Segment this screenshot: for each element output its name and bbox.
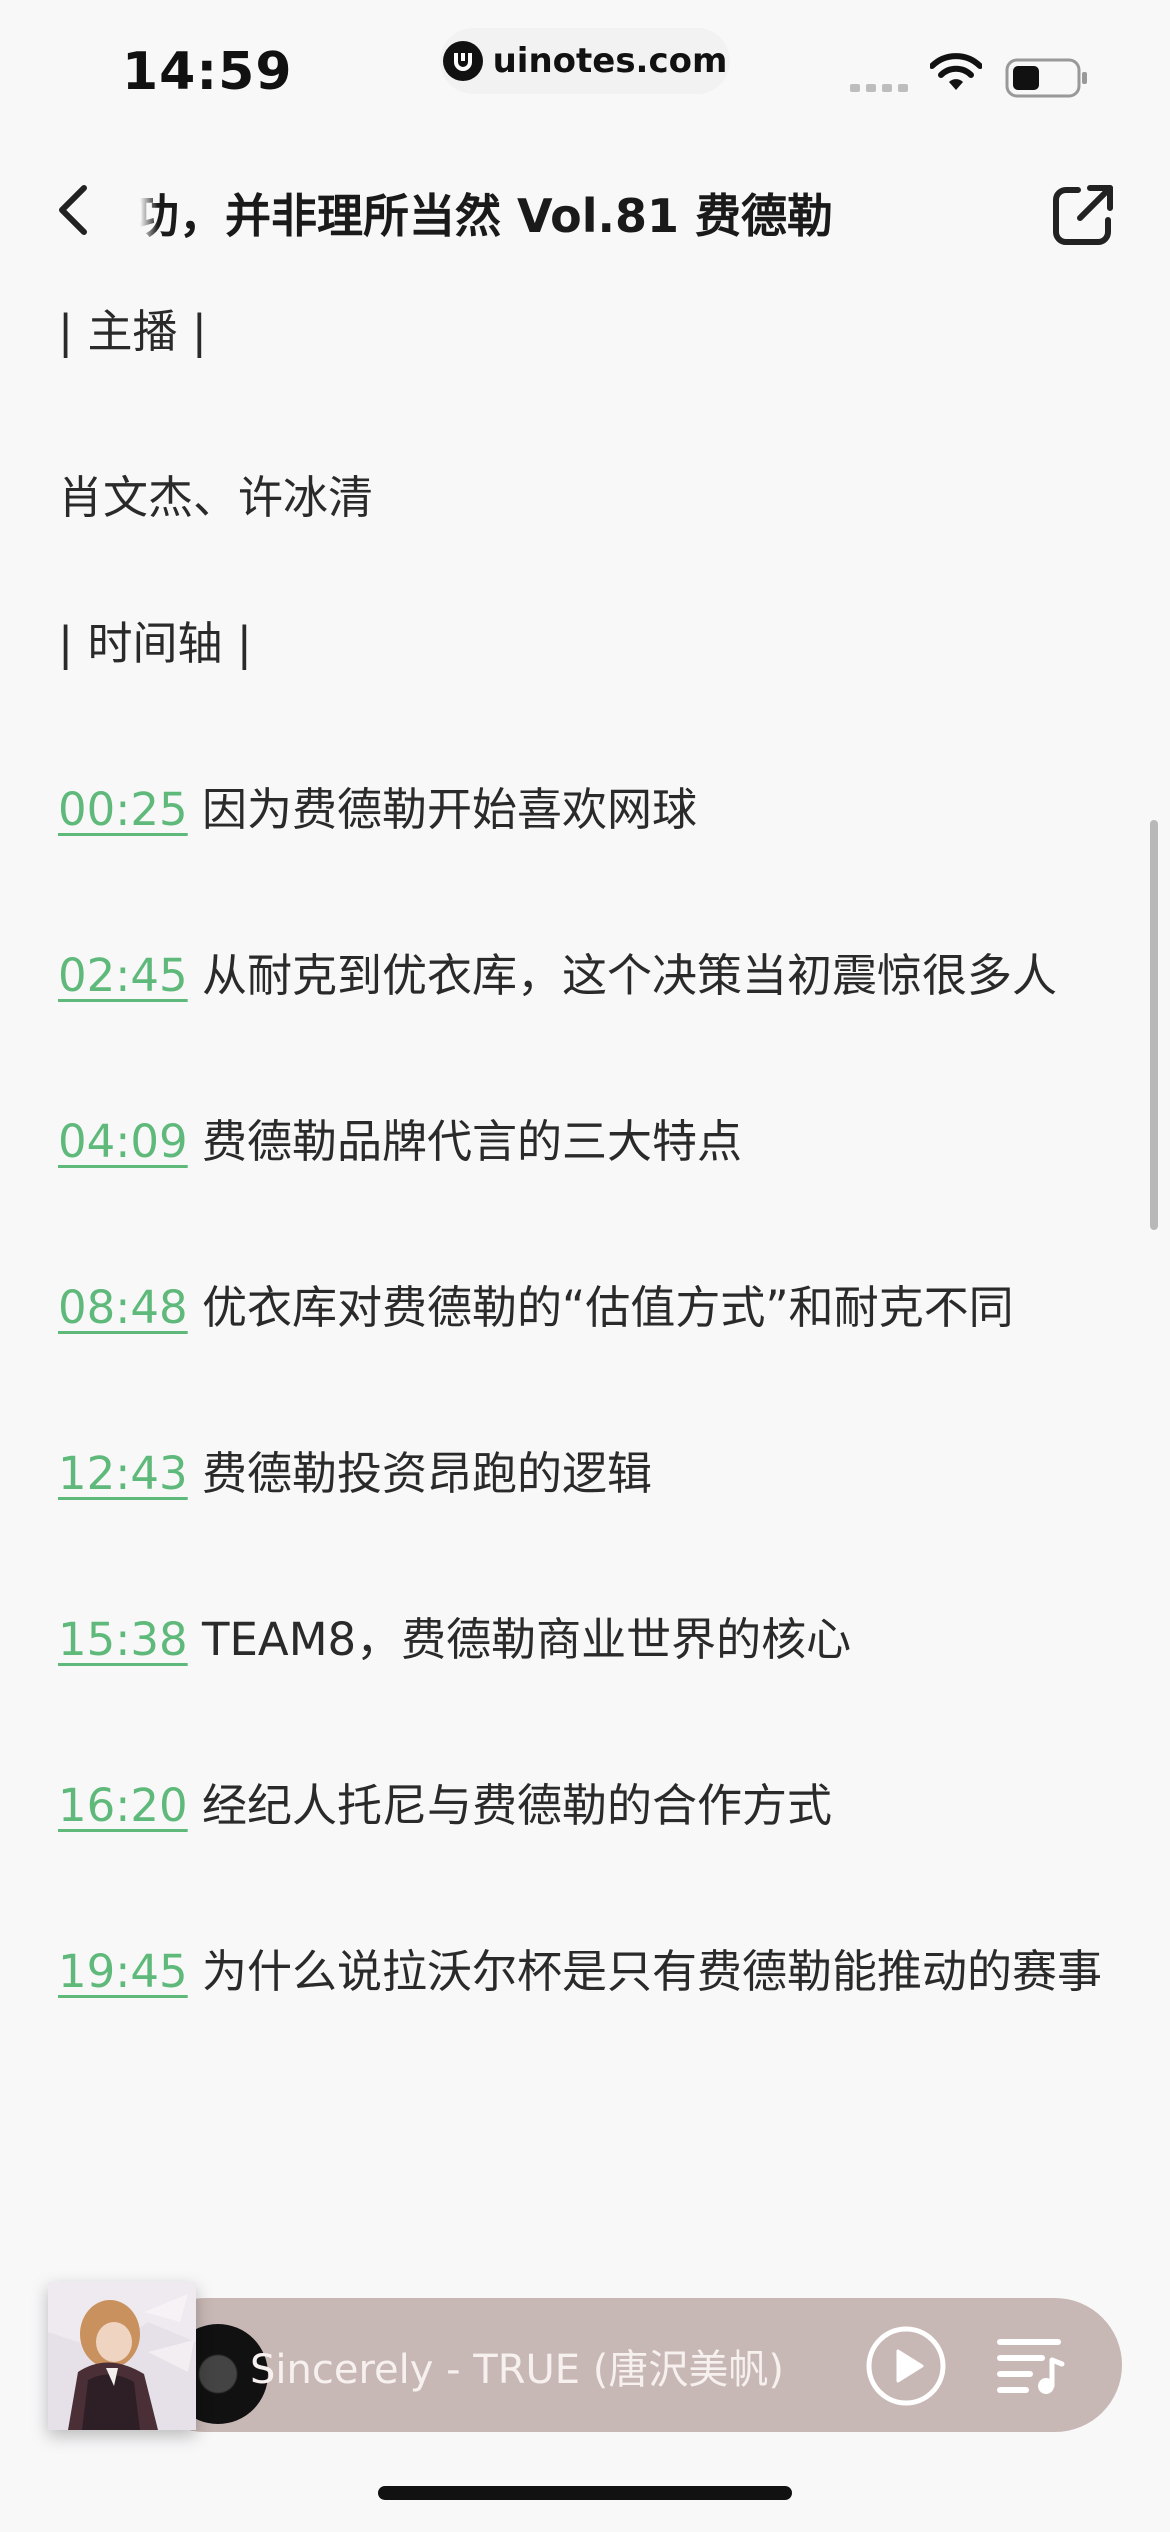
url-pill[interactable]: uinotes.com (440, 28, 730, 94)
timeline-item: 02:45 从耐克到优衣库，这个决策当初震惊很多人 (58, 934, 1118, 1018)
timeline-item: 08:48 优衣库对费德勒的“估值方式”和耐克不同 (58, 1266, 1118, 1350)
timeline-item: 19:45 为什么说拉沃尔杯是只有费德勒能推动的赛事 (58, 1930, 1118, 2014)
battery-icon (1005, 58, 1089, 102)
play-icon (866, 2326, 946, 2406)
play-button[interactable] (864, 2324, 948, 2408)
back-button[interactable] (40, 172, 110, 248)
timeline-header: | 时间轴 | (58, 617, 252, 670)
timeline-item: 04:09 费德勒品牌代言的三大特点 (58, 1100, 1118, 1184)
timeline-text: 因为费德勒开始喜欢网球 (202, 783, 698, 836)
playlist-button[interactable] (996, 2334, 1066, 2398)
site-logo-icon (442, 41, 483, 81)
playlist-icon (997, 2339, 1065, 2394)
timestamp-link[interactable]: 02:45 (58, 949, 188, 1002)
host-header: | 主播 | (58, 305, 207, 358)
article-content: | 主播 | 肖文杰、许冰清 | 时间轴 | 00:25 因为费德勒开始喜欢网球… (58, 290, 1118, 2014)
timeline-text: 经纪人托尼与费德勒的合作方式 (202, 1779, 833, 1832)
chevron-left-icon (59, 185, 87, 235)
album-cover[interactable] (48, 2282, 196, 2430)
status-time: 14:59 (122, 42, 293, 102)
timeline-item: 16:20 经纪人托尼与费德勒的合作方式 (58, 1764, 1118, 1848)
timestamp-link[interactable]: 19:45 (58, 1945, 188, 1998)
timestamp-link[interactable]: 12:43 (58, 1447, 188, 1500)
cellular-signal-icon (850, 84, 908, 92)
scrollbar[interactable] (1150, 820, 1158, 1230)
url-text: uinotes.com (492, 41, 728, 81)
timeline-item: 00:25 因为费德勒开始喜欢网球 (58, 768, 1118, 852)
page: 14:59 uinotes.com 功，并非理所当然 Vol.81 费德勒 | … (0, 0, 1170, 2532)
external-link-icon (1053, 185, 1113, 245)
timestamp-link[interactable]: 00:25 (58, 783, 188, 836)
page-title: 商业成功，并非理所当然 Vol.81 费德勒 (140, 189, 833, 240)
timeline-text: 从耐克到优衣库，这个决策当初震惊很多人 (202, 949, 1058, 1002)
timestamp-link[interactable]: 15:38 (58, 1613, 188, 1666)
timeline-text: TEAM8，费德勒商业世界的核心 (202, 1613, 852, 1666)
timeline-item: 12:43 费德勒投资昂跑的逻辑 (58, 1432, 1118, 1516)
timeline-text: 为什么说拉沃尔杯是只有费德勒能推动的赛事 (202, 1945, 1103, 1998)
timestamp-link[interactable]: 08:48 (58, 1281, 188, 1334)
host-names: 肖文杰、许冰清 (58, 471, 374, 524)
timeline-text: 费德勒品牌代言的三大特点 (202, 1115, 743, 1168)
timeline-text: 优衣库对费德勒的“估值方式”和耐克不同 (202, 1281, 1014, 1334)
timeline-item: 15:38 TEAM8，费德勒商业世界的核心 (58, 1598, 1118, 1682)
timestamp-link[interactable]: 04:09 (58, 1115, 188, 1168)
song-title: Sincerely - TRUE (唐沢美帆) (250, 2347, 784, 2393)
home-indicator[interactable] (378, 2486, 792, 2500)
share-button[interactable] (1048, 180, 1118, 250)
mini-player[interactable]: Sincerely - TRUE (唐沢美帆) (48, 2282, 1122, 2432)
wifi-icon (929, 52, 983, 96)
nav-bar: 商业成功，并非理所当然 Vol.81 费德勒 (0, 150, 1170, 270)
status-bar: 14:59 uinotes.com (0, 0, 1170, 140)
timestamp-link[interactable]: 16:20 (58, 1779, 188, 1832)
album-art-image (48, 2282, 196, 2430)
timeline-text: 费德勒投资昂跑的逻辑 (202, 1447, 653, 1500)
nav-title-container: 商业成功，并非理所当然 Vol.81 费德勒 (140, 180, 1020, 240)
